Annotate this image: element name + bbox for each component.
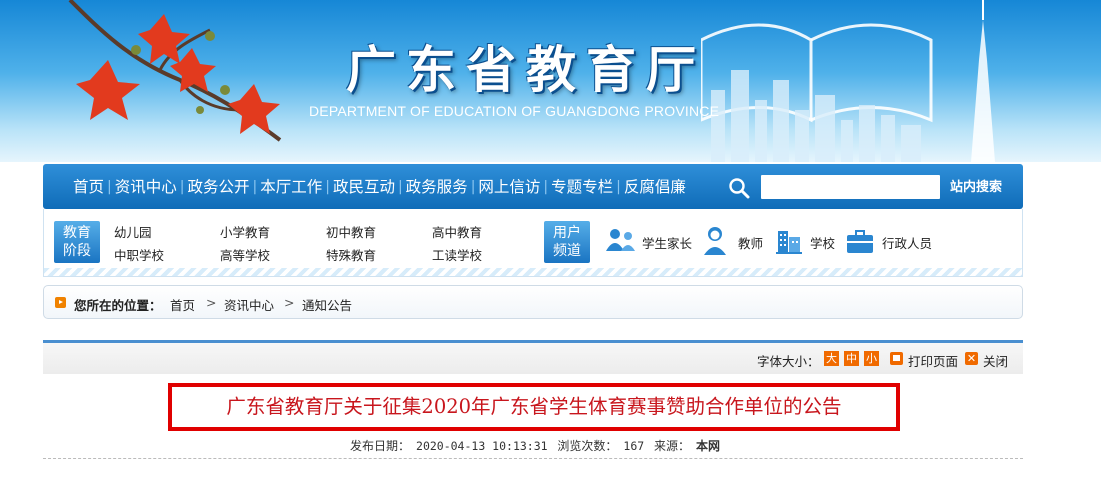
briefcase-icon: [847, 230, 873, 253]
stage-link-senior-high[interactable]: 高中教育: [432, 222, 482, 241]
article-title-highlight-box: 广东省教育厅关于征集2020年广东省学生体育赛事赞助合作单位的公告: [168, 383, 900, 431]
breadcrumb-label: 您所在的位置：: [74, 298, 162, 313]
education-stage-tag: 教育 阶段: [54, 221, 100, 263]
font-size-small-button[interactable]: 小: [864, 351, 879, 366]
breadcrumb-home[interactable]: 首页: [170, 295, 195, 314]
font-size-medium-button[interactable]: 中: [844, 351, 859, 366]
kapok-flower-graphic: [68, 0, 282, 142]
source-label: 来源：: [654, 439, 691, 453]
main-navigation: 首页 | 资讯中心 | 政务公开 | 本厅工作 | 政民互动 | 政务服务 | …: [43, 164, 1023, 209]
search-input[interactable]: [761, 175, 940, 199]
nav-interaction[interactable]: 政民互动: [330, 177, 398, 197]
nav-special-topics[interactable]: 专题专栏: [548, 177, 616, 197]
stage-link-special-education[interactable]: 特殊教育: [326, 245, 376, 264]
view-count-label: 浏览次数：: [557, 439, 618, 453]
source-value: 本网: [696, 439, 721, 453]
stage-link-junior-high[interactable]: 初中教育: [326, 222, 376, 241]
decorative-stripe: [44, 268, 1022, 276]
stage-link-vocational[interactable]: 中职学校: [114, 245, 164, 264]
content-divider: [43, 458, 1023, 459]
breadcrumb-separator: >: [206, 295, 217, 310]
teacher-icon: [704, 227, 726, 255]
font-size-large-button[interactable]: 大: [824, 351, 839, 366]
stage-link-primary[interactable]: 小学教育: [220, 222, 270, 241]
user-channel-tag: 用户 频道: [544, 221, 590, 263]
stage-link-reform-school[interactable]: 工读学校: [432, 245, 482, 264]
user-link-parents[interactable]: 学生家长: [642, 233, 692, 252]
print-icon[interactable]: [890, 352, 903, 365]
location-arrow-icon: [55, 297, 66, 308]
nav-government-affairs[interactable]: 政务公开: [184, 177, 252, 197]
breadcrumb: 您所在的位置： 首页 > 资讯中心 > 通知公告: [43, 285, 1023, 319]
user-channel-tag-line1: 用户: [553, 225, 581, 241]
breadcrumb-separator: >: [284, 295, 295, 310]
nav-news-center[interactable]: 资讯中心: [112, 177, 180, 197]
stage-link-higher-education[interactable]: 高等学校: [220, 245, 270, 264]
publish-date-label: 发布日期：: [350, 439, 411, 453]
breadcrumb-news-center[interactable]: 资讯中心: [224, 295, 274, 314]
site-subtitle: DEPARTMENT OF EDUCATION OF GUANGDONG PRO…: [309, 103, 720, 119]
article-title: 广东省教育厅关于征集2020年广东省学生体育赛事赞助合作单位的公告: [226, 395, 842, 418]
article-toolbar: 字体大小： 大 中 小 打印页面 ✕ 关闭: [43, 340, 1023, 374]
nav-services[interactable]: 政务服务: [403, 177, 471, 197]
education-stage-tag-line1: 教育: [63, 225, 91, 241]
education-stage-tag-line2: 阶段: [63, 243, 91, 259]
article-meta: 发布日期： 2020-04-13 10:13:31 浏览次数： 167 来源： 本网: [350, 437, 726, 454]
nav-department-work[interactable]: 本厅工作: [257, 177, 325, 197]
school-building-icon: [776, 231, 802, 254]
parents-icon: [606, 229, 635, 251]
user-link-administrators[interactable]: 行政人员: [882, 233, 932, 252]
nav-online-petition[interactable]: 网上信访: [475, 177, 543, 197]
print-page-button[interactable]: 打印页面: [908, 351, 958, 370]
close-icon[interactable]: ✕: [965, 352, 978, 365]
sub-navigation: 教育 阶段 幼儿园 小学教育 初中教育 高中教育 中职学校 高等学校 特殊教育 …: [43, 209, 1023, 277]
city-skyline-graphic: [701, 0, 995, 162]
nav-anti-corruption[interactable]: 反腐倡廉: [621, 177, 689, 197]
site-title: 广东省教育厅: [346, 41, 706, 99]
user-link-teachers[interactable]: 教师: [738, 233, 763, 252]
view-count: 167: [623, 439, 645, 453]
font-size-label: 字体大小：: [757, 354, 820, 369]
user-channel-tag-line2: 频道: [553, 243, 581, 259]
publish-date: 2020-04-13 10:13:31: [416, 439, 548, 453]
user-link-schools[interactable]: 学校: [810, 233, 835, 252]
site-search-button[interactable]: 站内搜索: [941, 175, 1011, 199]
site-banner: 广东省教育厅 DEPARTMENT OF EDUCATION OF GUANGD…: [0, 0, 1101, 162]
stage-link-kindergarten[interactable]: 幼儿园: [114, 222, 152, 241]
nav-home[interactable]: 首页: [70, 177, 107, 197]
search-icon[interactable]: [728, 177, 750, 199]
close-page-button[interactable]: 关闭: [983, 351, 1008, 370]
breadcrumb-notices[interactable]: 通知公告: [302, 295, 352, 314]
